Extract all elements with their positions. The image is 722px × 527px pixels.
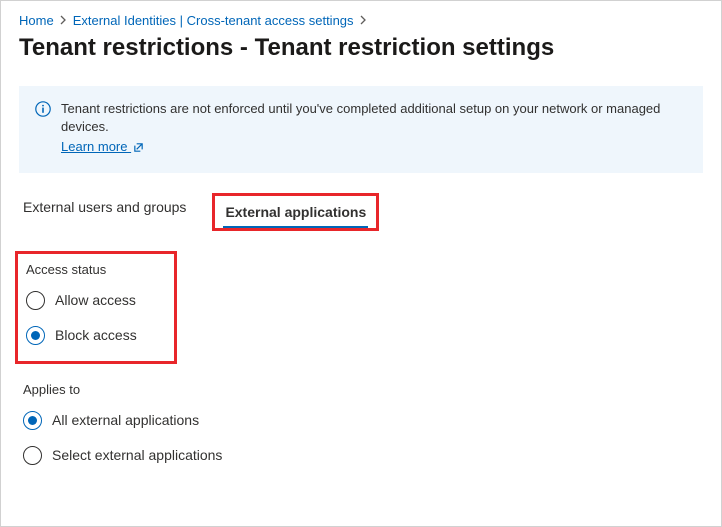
applies-to-label: Applies to (23, 382, 703, 397)
external-link-icon (133, 141, 144, 156)
radio-block-access[interactable]: Block access (22, 318, 162, 353)
radio-select-external-applications[interactable]: Select external applications (19, 438, 703, 473)
radio-icon (23, 446, 42, 465)
chevron-right-icon (360, 14, 367, 28)
radio-allow-access[interactable]: Allow access (22, 283, 162, 318)
radio-icon (26, 326, 45, 345)
tab-external-applications[interactable]: External applications (223, 198, 368, 228)
radio-select-external-applications-label: Select external applications (52, 447, 222, 463)
radio-all-external-applications[interactable]: All external applications (19, 403, 703, 438)
info-icon (35, 101, 51, 117)
radio-all-external-applications-label: All external applications (52, 412, 199, 428)
chevron-right-icon (60, 14, 67, 28)
access-status-label: Access status (26, 262, 162, 277)
tab-external-users-and-groups[interactable]: External users and groups (21, 193, 188, 231)
breadcrumb-home[interactable]: Home (19, 13, 54, 28)
tab-external-applications-highlight: External applications (212, 193, 379, 231)
radio-icon (23, 411, 42, 430)
radio-block-access-label: Block access (55, 327, 137, 343)
page-title: Tenant restrictions - Tenant restriction… (19, 34, 703, 62)
tabs: External users and groups External appli… (19, 193, 703, 231)
info-banner: Tenant restrictions are not enforced unt… (19, 86, 703, 173)
breadcrumb: Home External Identities | Cross-tenant … (19, 13, 703, 28)
info-banner-text: Tenant restrictions are not enforced unt… (61, 101, 660, 134)
radio-allow-access-label: Allow access (55, 292, 136, 308)
access-status-highlight: Access status Allow access Block access (15, 251, 177, 364)
radio-icon (26, 291, 45, 310)
breadcrumb-external-identities[interactable]: External Identities | Cross-tenant acces… (73, 13, 354, 28)
learn-more-link[interactable]: Learn more (61, 139, 144, 154)
